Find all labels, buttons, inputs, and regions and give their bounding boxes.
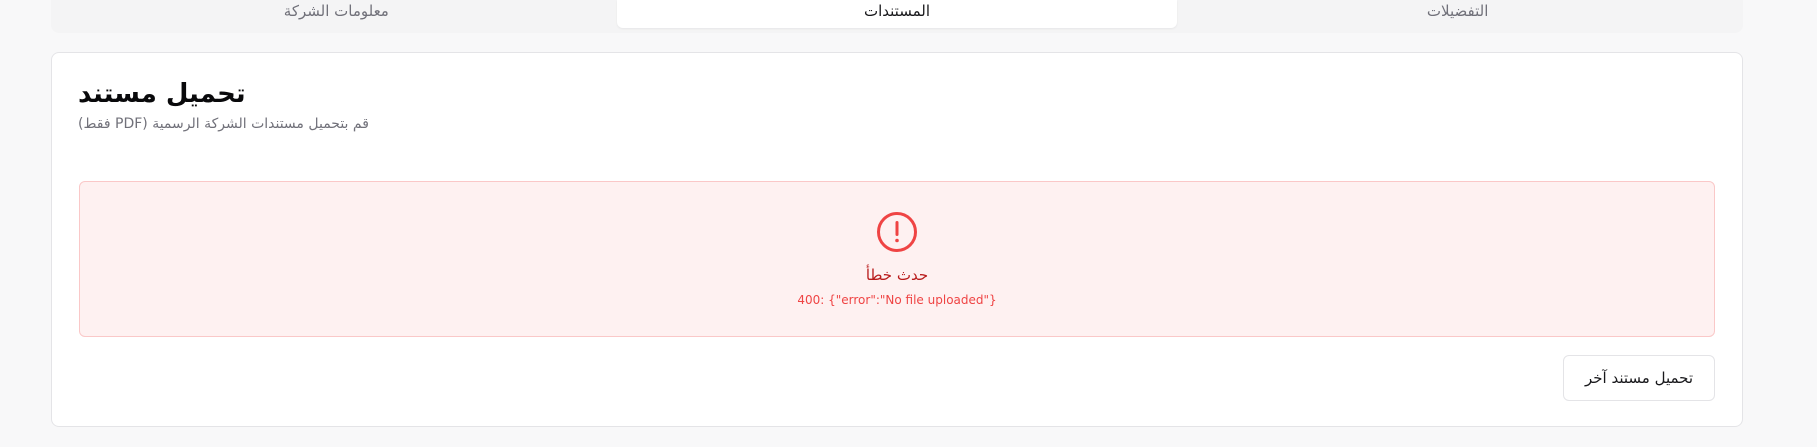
tab-company-info[interactable]: معلومات الشركة (56, 0, 617, 28)
tab-documents[interactable]: المستندات (616, 0, 1178, 28)
tab-preferences[interactable]: التفضيلات (1177, 0, 1738, 28)
error-detail: 400: {"error":"No file uploaded"} (797, 293, 997, 307)
error-title: حدث خطأ (865, 266, 929, 284)
upload-document-card: تحميل مستند (فقط PDF) قم بتحميل مستندات … (51, 52, 1743, 427)
tab-list: التفضيلات المستندات معلومات الشركة (51, 0, 1743, 33)
card-title: تحميل مستند (78, 79, 246, 109)
card-header: تحميل مستند (فقط PDF) قم بتحميل مستندات … (78, 79, 1716, 133)
upload-another-document-button[interactable]: تحميل مستند آخر (1563, 355, 1715, 401)
error-alert: حدث خطأ 400: {"error":"No file uploaded"… (79, 181, 1715, 337)
card-description: (فقط PDF) قم بتحميل مستندات الشركة الرسم… (78, 116, 369, 132)
alert-circle-icon (877, 212, 917, 252)
